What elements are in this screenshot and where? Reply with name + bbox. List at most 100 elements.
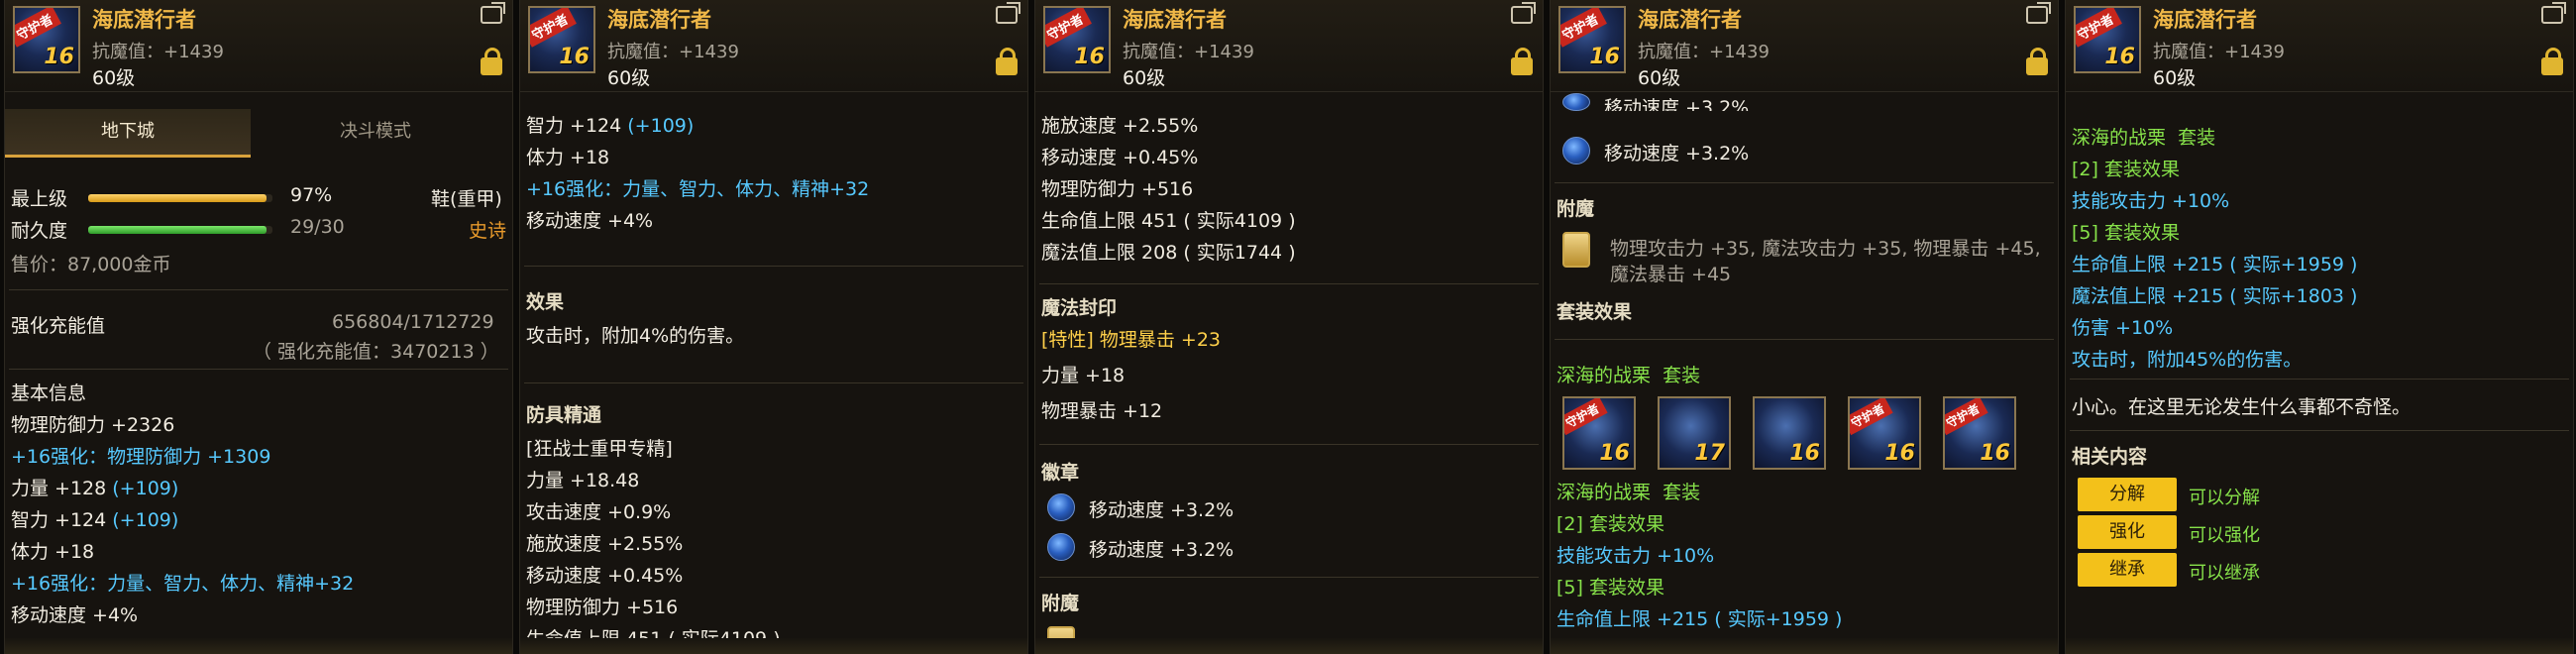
stat-text: 移动速度 +4% [11,604,139,626]
set-piece-icon[interactable]: 守护者 16 [1848,396,1921,470]
effect-text: 攻击时，附加4%的伤害。 [526,325,745,347]
top-grade-label: 最上级 [11,188,68,210]
item-type: 鞋(重甲) [431,188,502,210]
stat-text: 移动速度 +0.45% [526,565,684,587]
lock-icon[interactable] [1511,48,1533,75]
emblem-stat: 移动速度 +3.2% [1604,143,1750,164]
lock-icon[interactable] [2541,48,2563,75]
inherit-desc: 可以继承 [2189,563,2260,584]
item-icon[interactable]: 守护者 16 [528,6,595,73]
emblem-orb-icon[interactable] [1562,93,1590,111]
inherit-button[interactable]: 继承 [2078,553,2177,587]
stat-bonus: (+109) [621,115,695,137]
set-name-text: 深海的战栗 [1556,482,1652,503]
set-name-text: 深海的战栗 [2072,127,2167,149]
stat-text: 攻击速度 +0.9% [526,501,672,523]
stat-line: 体力 +18 [526,143,609,169]
enchant-label: 附魔 [1041,593,1080,614]
stat-bonus: (+109) [106,478,179,499]
item-icon[interactable]: 守护者 16 [2074,6,2141,73]
item-icon[interactable]: 守护者 16 [1558,6,1626,73]
item-enhance-level: 16 [1884,441,1915,466]
item-enhance-level: 16 [44,45,74,69]
stat-text: 生命值上限 +215 ( 实际+1959 ) [2072,254,2358,275]
effect-label: 效果 [526,291,565,313]
emblem-orb-icon[interactable] [1562,137,1590,164]
set-bonus-line: 生命值上限 +215 ( 实际+1959 ) [2072,250,2357,276]
lock-icon[interactable] [996,48,1018,75]
tooltip-panel-1: 守护者 16 海底潜行者 抗魔值：+1439 60级 地下城 决斗模式 最上级 … [4,0,513,654]
share-icon[interactable] [2541,2,2566,24]
stat-text: +16强化：物理防御力 +1309 [11,446,271,468]
set-piece-icon[interactable]: 17 [1658,396,1731,470]
set-bonus-5-label: [5] 套装效果 [2072,222,2180,244]
stat-text: [狂战士重甲专精] [526,438,673,460]
share-icon[interactable] [1511,2,1536,24]
durability-value: 29/30 [290,216,345,238]
top-grade-bar-fill [88,194,268,202]
bottom-strip [2066,638,2573,654]
divider [9,369,508,370]
enchant-text: 魔法暴击 +45 [1610,264,1732,285]
lock-icon[interactable] [2026,48,2048,75]
divider [1039,577,1539,578]
item-name: 海底潜行者 [92,8,196,32]
enchant-card-icon[interactable] [1562,232,1590,268]
mastery-stat: 攻击速度 +0.9% [526,497,671,524]
disassemble-button[interactable]: 分解 [2078,478,2177,511]
emblem-orb-icon[interactable] [1047,493,1075,521]
set-bonus-line: 魔法值上限 +215 ( 实际+1803 ) [2072,281,2357,308]
item-enhance-level: 17 [1694,441,1725,466]
stat-line: 智力 +124 (+109) [526,111,694,138]
enhance-button[interactable]: 强化 [2078,515,2177,549]
seal-stat: [特性] 物理暴击 +23 [1041,325,1221,352]
set-bonus-2-label: [2] 套装效果 [2072,159,2180,180]
flavor-text: 小心。在这里无论发生什么事都不奇怪。 [2072,396,2412,418]
stat-text: 伤害 +10% [2072,317,2174,339]
item-icon[interactable]: 守护者 16 [13,6,80,73]
seal-stat: 物理暴击 +12 [1041,396,1162,423]
set-bonus-2-text: 技能攻击力 +10% [2072,190,2230,212]
set-tag: 套装 [2178,127,2216,149]
tooltip-panel-2: 守护者 16 海底潜行者 抗魔值：+1439 60级 智力 +124 (+109… [519,0,1028,654]
emblem-label: 徽章 [1041,462,1080,484]
divider [9,289,508,290]
set-bonus-2-label: [2] 套装效果 [1556,513,1664,535]
share-icon[interactable] [481,2,505,24]
mastery-label: 防具精通 [526,404,602,426]
set-piece-icon[interactable]: 守护者 16 [1562,396,1636,470]
item-stamp: 守护者 [530,8,577,48]
mastery-stat: 魔法值上限 208 ( 实际1744 ) [1041,238,1296,265]
tooltip-panel-3: 守护者 16 海底潜行者 抗魔值：+1439 60级 施放速度 +2.55% 移动… [1034,0,1544,654]
item-name: 海底潜行者 [2153,8,2257,32]
set-piece-icon[interactable]: 16 [1753,396,1826,470]
basic-stat: 智力 +124 (+109) [11,505,178,532]
stat-text: 移动速度 +4% [526,210,654,232]
item-stamp: 守护者 [1850,398,1893,436]
mastery-stat: 移动速度 +0.45% [526,561,683,588]
item-enhance-level: 16 [1074,45,1105,69]
mastery-stat: 生命值上限 451 ( 实际4109 ) [1041,206,1296,233]
item-icon[interactable]: 守护者 16 [1043,6,1111,73]
item-header: 守护者 16 海底潜行者 抗魔值：+1439 60级 [1551,0,2058,92]
basic-stat: +16强化：力量、智力、体力、精神+32 [11,569,354,596]
tab-dungeon[interactable]: 地下城 [5,109,251,158]
lock-icon[interactable] [481,48,502,75]
resist-value: 抗魔值：+1439 [2153,42,2285,62]
tab-duel[interactable]: 决斗模式 [253,109,498,155]
emblem-stat: 移动速度 +3.2% [1089,499,1234,521]
item-header: 守护者 16 海底潜行者 抗魔值：+1439 60级 [2066,0,2573,92]
divider [2070,430,2569,431]
basic-info-label: 基本信息 [11,382,87,404]
stat-text: 魔法值上限 +215 ( 实际+1803 ) [2072,285,2358,307]
set-piece-icon[interactable]: 守护者 16 [1943,396,2016,470]
emblem-orb-icon[interactable] [1047,533,1075,561]
divider [1555,182,2054,183]
item-header: 守护者 16 海底潜行者 抗魔值：+1439 60级 [5,0,512,92]
share-icon[interactable] [996,2,1020,24]
share-icon[interactable] [2026,2,2051,24]
durability-bar-fill [88,226,267,234]
item-stamp: 守护者 [1945,398,1988,436]
durability-label: 耐久度 [11,220,68,242]
mastery-stat: 移动速度 +0.45% [1041,143,1198,169]
